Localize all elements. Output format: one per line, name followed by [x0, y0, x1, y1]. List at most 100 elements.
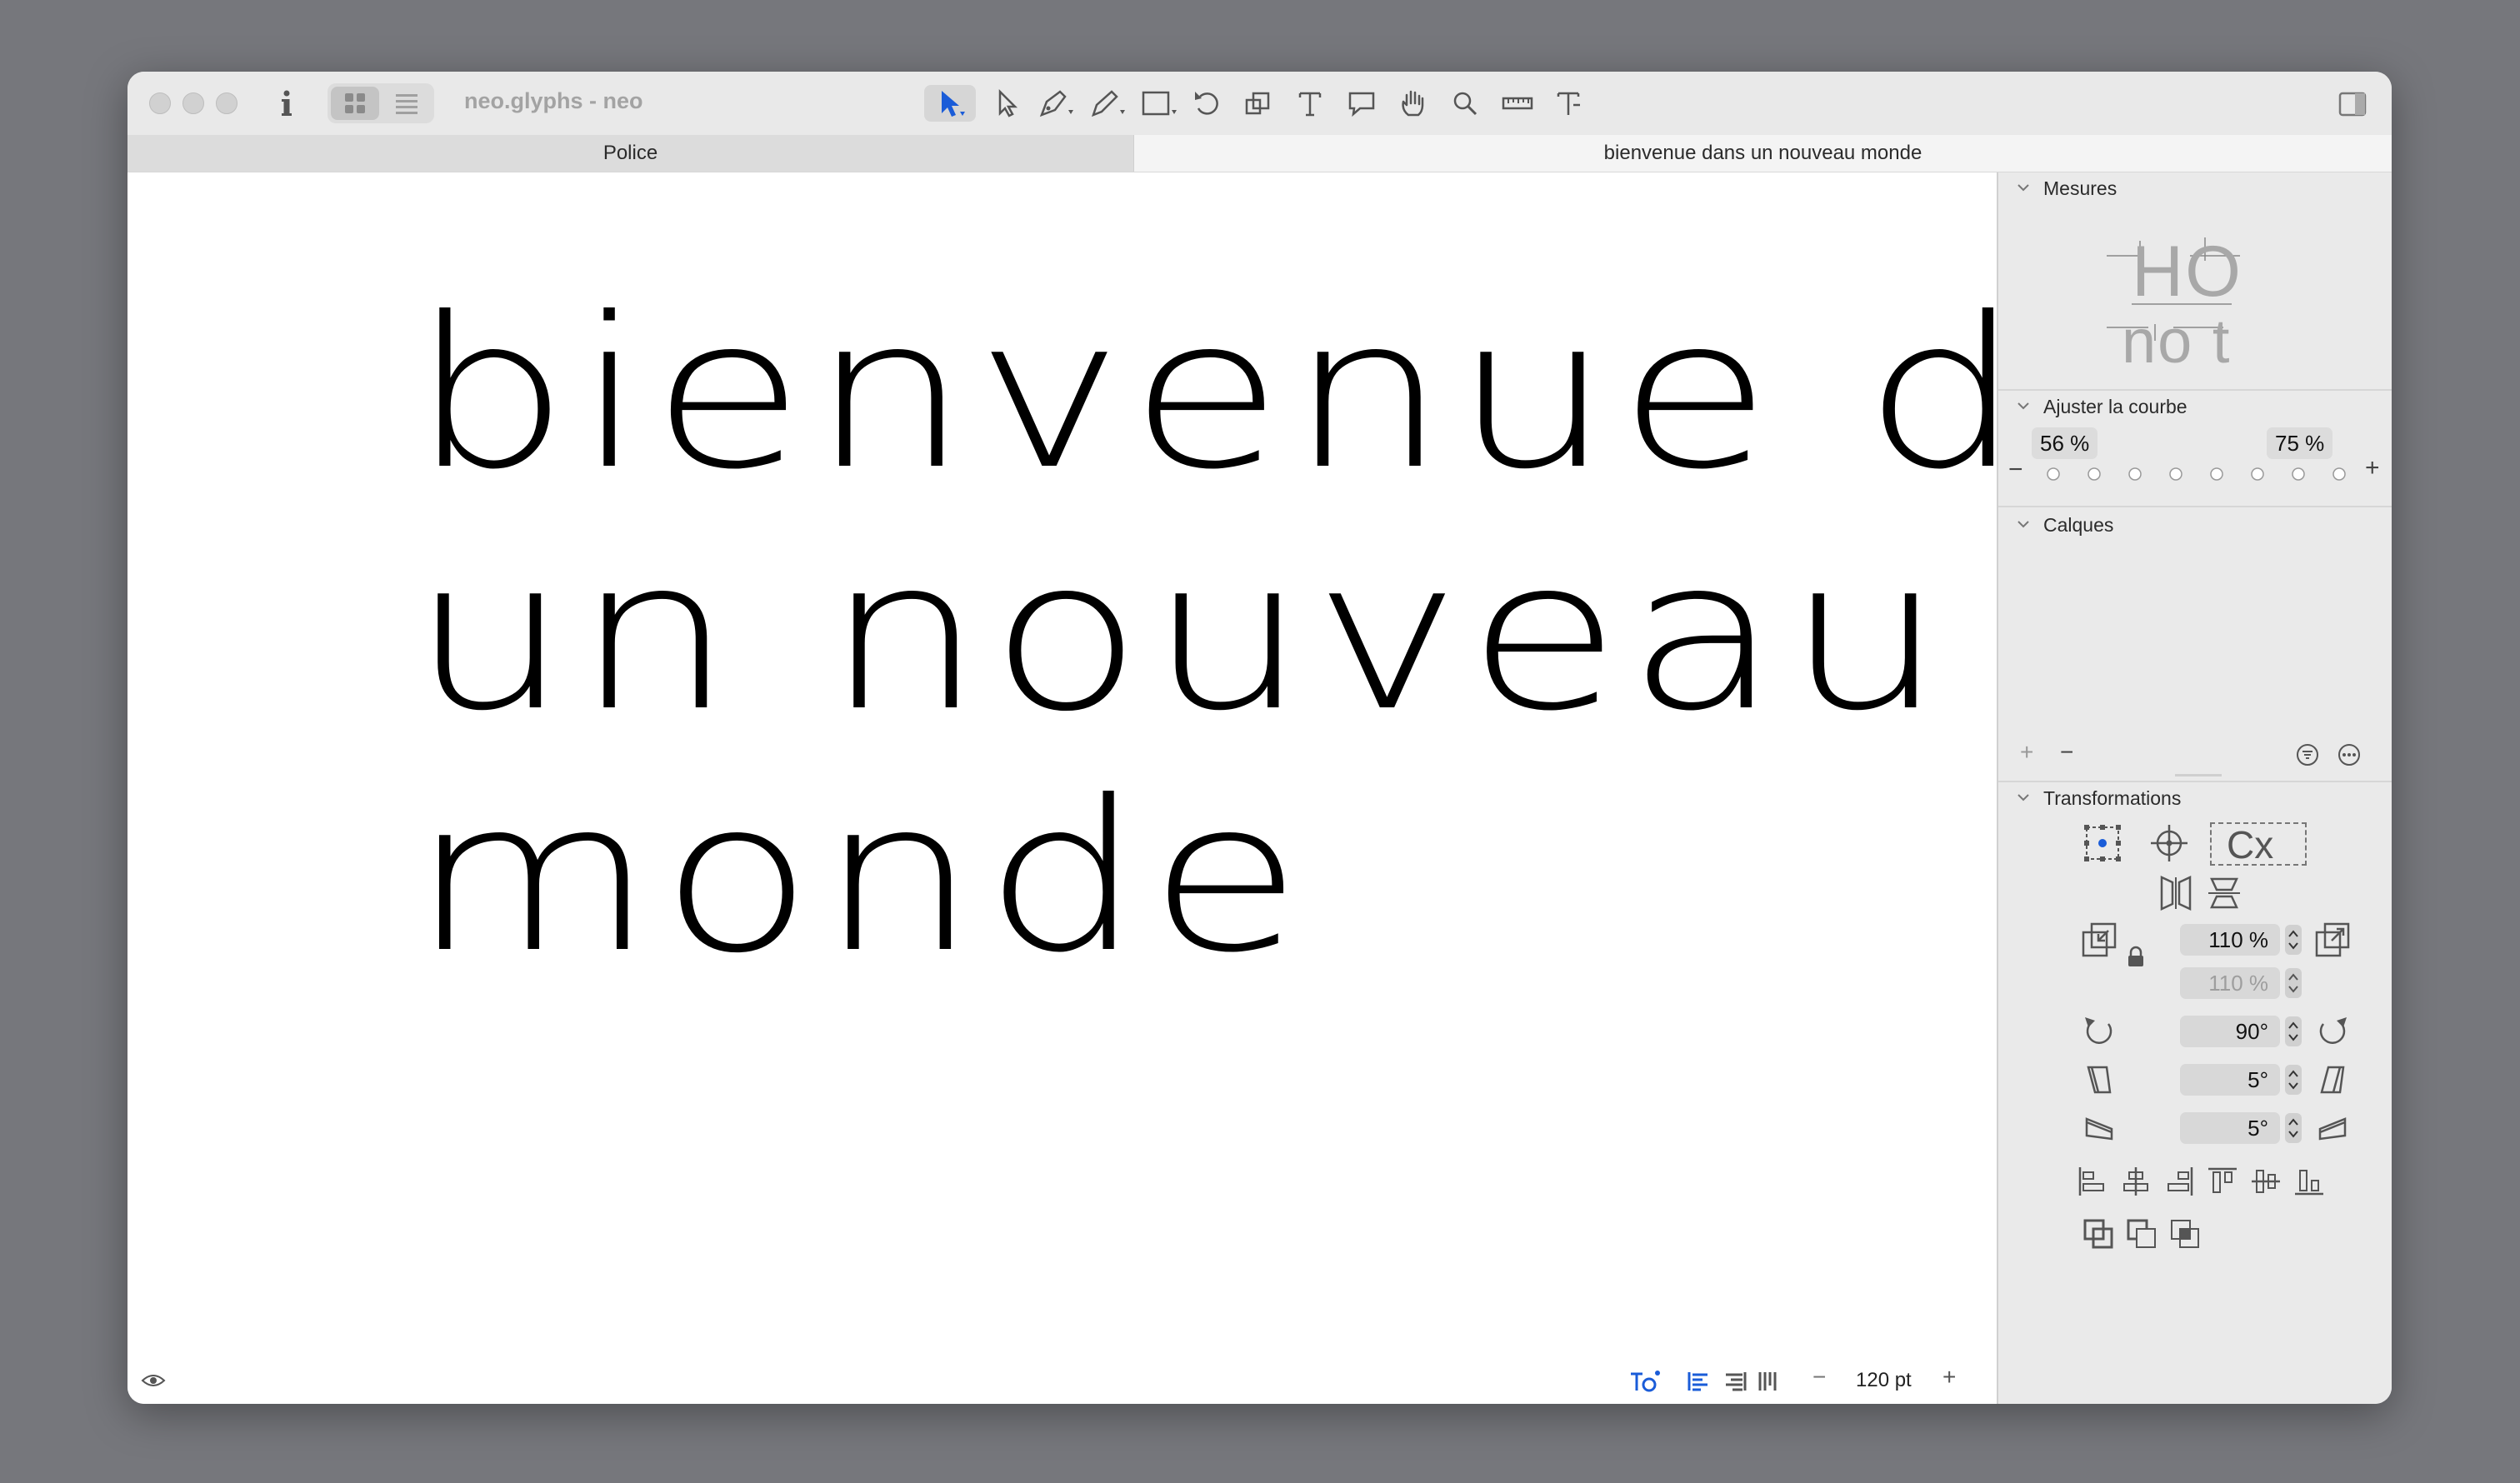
edit-canvas[interactable]: bienvenue dans un nouveau monde − 120 pt… — [128, 172, 2392, 1404]
chevron-down-icon — [2018, 794, 2029, 801]
intersect-icon[interactable] — [2168, 1217, 2203, 1256]
rotate-stepper[interactable] — [2285, 1016, 2302, 1046]
curve-slider[interactable] — [2045, 466, 2355, 482]
curve-left-value[interactable]: 56 % — [2032, 427, 2098, 459]
remove-layer-button[interactable]: − — [2060, 739, 2073, 766]
origin-bounding-box-icon[interactable] — [2082, 822, 2123, 868]
toggle-sidebar-button[interactable] — [2331, 85, 2372, 122]
more-options-icon[interactable] — [2337, 742, 2362, 771]
slant-up-icon[interactable] — [2315, 1111, 2350, 1150]
text-features-icon[interactable] — [1628, 1369, 1661, 1398]
curve-increase-button[interactable]: + — [2365, 454, 2380, 482]
layers-list[interactable] — [1998, 544, 2392, 669]
metrics-sample-lower: no t — [2122, 307, 2232, 376]
section-mesures-header[interactable]: Mesures — [1998, 174, 2392, 204]
select-tool[interactable] — [924, 85, 976, 122]
add-layer-button[interactable]: + — [2020, 739, 2033, 766]
measure-tool[interactable] — [1494, 85, 1541, 122]
type-tool[interactable] — [1548, 85, 1589, 122]
status-bar: − 120 pt + — [128, 1361, 1997, 1404]
sample-text-line-3[interactable]: monde — [411, 756, 1308, 998]
align-right-icon[interactable] — [1722, 1369, 1748, 1398]
scale-tool[interactable] — [1238, 85, 1279, 122]
pencil-tool[interactable] — [1082, 85, 1132, 122]
view-mode-segmented-control[interactable] — [328, 83, 434, 123]
rectangle-tool[interactable] — [1134, 85, 1184, 122]
section-layers-header[interactable]: Calques — [1998, 511, 2392, 541]
grid-view-button[interactable] — [331, 87, 379, 120]
align-left-edges-icon[interactable] — [2075, 1164, 2110, 1203]
rotate-tool[interactable] — [1186, 85, 1228, 122]
rotate-field[interactable]: 90° — [2180, 1016, 2280, 1047]
select-all-tool[interactable] — [984, 85, 1026, 122]
slant-x-stepper[interactable] — [2285, 1065, 2302, 1095]
text-t-icon — [1298, 92, 1322, 117]
proportional-lock-icon[interactable] — [2127, 946, 2145, 971]
chevron-down-icon — [2018, 184, 2029, 192]
flip-vertical-icon[interactable] — [2205, 874, 2243, 916]
align-top-edges-icon[interactable] — [2205, 1164, 2240, 1203]
rotate-ccw-icon[interactable] — [2082, 1014, 2117, 1053]
scale-down-icon[interactable] — [2080, 921, 2118, 963]
custom-origin-field[interactable]: Cx — [2210, 822, 2307, 866]
sample-text-line-2[interactable]: un nouveau — [411, 514, 1951, 756]
scale-y-field[interactable]: 110 % — [2180, 967, 2280, 999]
slant-right-icon[interactable] — [2315, 1062, 2350, 1101]
pen-tool[interactable] — [1031, 85, 1081, 122]
section-transform-header[interactable]: Transformations — [1998, 784, 2392, 814]
lasso-pointer-icon — [998, 88, 1018, 117]
scale-icon — [1245, 92, 1270, 115]
slant-down-icon[interactable] — [2082, 1111, 2117, 1150]
align-left-icon[interactable] — [1686, 1369, 1711, 1398]
section-transform-title: Transformations — [2043, 787, 2182, 809]
decrease-size-button[interactable]: − — [1812, 1364, 1826, 1391]
toolbar: neo.glyphs - neo — [128, 72, 2392, 136]
align-bottom-edges-icon[interactable] — [2292, 1164, 2327, 1203]
inspector-panel: Mesures HO no t Ajuster la courbe 56 % 7… — [1997, 172, 2392, 1404]
increase-size-button[interactable]: + — [1942, 1364, 1956, 1391]
zoom-button[interactable] — [216, 92, 238, 114]
align-right-edges-icon[interactable] — [2162, 1164, 2197, 1203]
list-view-button[interactable] — [382, 87, 431, 120]
annotation-tool[interactable] — [1341, 85, 1382, 122]
tab-police[interactable]: Police — [128, 135, 1134, 172]
filter-icon[interactable] — [2295, 742, 2320, 771]
hand-icon — [1402, 90, 1424, 117]
section-curve-header[interactable]: Ajuster la courbe — [1998, 392, 2392, 422]
list-icon — [396, 94, 418, 114]
pencil-icon — [1091, 90, 1125, 117]
vertical-writing-icon[interactable] — [1756, 1369, 1781, 1398]
slant-y-stepper[interactable] — [2285, 1113, 2302, 1143]
rotate-cw-icon[interactable] — [2315, 1014, 2350, 1053]
align-vertical-centers-icon[interactable] — [2248, 1164, 2283, 1203]
zoom-tool[interactable] — [1444, 85, 1486, 122]
flip-horizontal-icon[interactable] — [2157, 874, 2195, 916]
scale-up-icon[interactable] — [2313, 921, 2352, 963]
scale-x-field[interactable]: 110 % — [2180, 924, 2280, 956]
curve-decrease-button[interactable]: − — [2008, 456, 2023, 484]
magnifier-icon — [1453, 92, 1478, 116]
info-icon[interactable] — [274, 85, 299, 122]
scale-y-stepper[interactable] — [2285, 968, 2302, 998]
curve-right-value[interactable]: 75 % — [2267, 427, 2333, 459]
preview-eye-icon[interactable] — [141, 1372, 166, 1393]
font-size-field[interactable]: 120 pt — [1856, 1369, 1912, 1392]
union-icon[interactable] — [2082, 1217, 2117, 1256]
close-button[interactable] — [149, 92, 171, 114]
slant-left-icon[interactable] — [2082, 1062, 2117, 1101]
resize-handle[interactable] — [2175, 774, 2222, 776]
minimize-button[interactable] — [182, 92, 204, 114]
subtract-icon[interactable] — [2125, 1217, 2160, 1256]
sidebar-icon — [2338, 92, 2367, 117]
crosshair-origin-icon[interactable] — [2148, 822, 2190, 868]
custom-origin-label: Cx — [2227, 823, 2274, 866]
text-tool[interactable] — [1289, 85, 1331, 122]
hand-tool[interactable] — [1392, 85, 1434, 122]
speech-bubble-icon — [1348, 92, 1375, 117]
text-cursor-icon — [1557, 92, 1580, 115]
slant-x-field[interactable]: 5° — [2180, 1064, 2280, 1096]
slant-y-field[interactable]: 5° — [2180, 1112, 2280, 1144]
align-horizontal-centers-icon[interactable] — [2118, 1164, 2153, 1203]
tab-text-edit[interactable]: bienvenue dans un nouveau monde — [1134, 135, 2392, 172]
scale-x-stepper[interactable] — [2285, 925, 2302, 955]
